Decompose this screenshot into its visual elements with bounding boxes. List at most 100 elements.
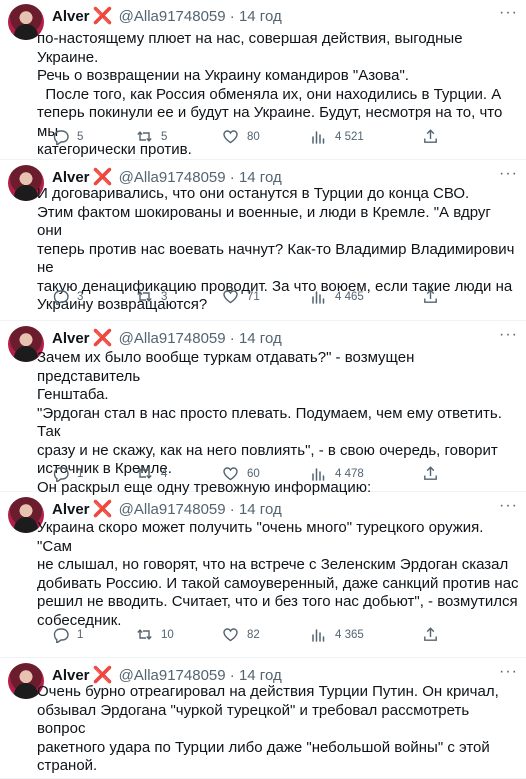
reply-button[interactable]: 1 xyxy=(52,465,83,482)
tweet[interactable]: Alver ❌ @Alla91748059 · 14 год ··· Украина… xyxy=(0,493,526,658)
author-name[interactable]: Alver xyxy=(52,667,90,684)
retweet-icon xyxy=(137,629,152,640)
tweet-text-line: Зачем их было вообще туркам отдавать?" -… xyxy=(37,349,419,385)
reply-icon xyxy=(53,467,69,482)
tweet-text: Очень бурно отреагировал на действия Тур… xyxy=(37,683,519,779)
tweet-text-line: Этим фактом шокированы и военные, и люди… xyxy=(37,203,496,240)
tweet-header: Alver ❌ @Alla91748059 · 14 год xyxy=(52,501,282,519)
like-count: 80 xyxy=(247,130,260,143)
author-name[interactable]: Alver xyxy=(52,169,90,186)
tweet-text: Украина скоро может получить "очень мног… xyxy=(37,519,519,630)
like-button[interactable]: 82 xyxy=(222,626,260,643)
timestamp[interactable]: 14 год xyxy=(239,501,282,518)
share-icon xyxy=(424,129,437,143)
tweet[interactable]: Alver ❌ @Alla91748059 · 14 год ··· Зачем и… xyxy=(0,322,526,496)
view-count: 4 478 xyxy=(335,467,364,480)
timestamp[interactable]: 14 год xyxy=(239,330,282,347)
reply-count: 5 xyxy=(77,130,84,143)
author-handle[interactable]: @Alla91748059 xyxy=(119,501,226,518)
author-handle[interactable]: @Alla91748059 xyxy=(119,169,226,186)
more-options-icon[interactable]: ··· xyxy=(499,497,518,515)
more-options-icon[interactable]: ··· xyxy=(499,4,518,22)
tweet[interactable]: Alver ❌ @Alla91748059 · 14 год ··· И догов… xyxy=(0,161,526,321)
author-name[interactable]: Alver xyxy=(52,501,90,518)
tweet-text-line: сразу и не скажу, как на него повлиять",… xyxy=(37,441,498,459)
like-count: 82 xyxy=(247,628,260,641)
author-handle[interactable]: @Alla91748059 xyxy=(119,667,226,684)
views-chart-icon xyxy=(312,291,325,304)
author-name[interactable]: Alver xyxy=(52,8,90,25)
share-button[interactable] xyxy=(422,626,439,643)
tweet-text-line: добивать Россию. И такой самоуверенный, … xyxy=(37,574,519,592)
tweet-text-line: Владимира Владимировича с трудом успокои… xyxy=(37,776,519,779)
tweet[interactable]: Alver ❌ @Alla91748059 · 14 год ··· по-наст… xyxy=(0,0,526,160)
red-x-badge-icon: ❌ xyxy=(92,501,113,518)
tweet-actions: 1 4 60 4 478 xyxy=(52,465,522,483)
reply-count: 3 xyxy=(77,290,84,303)
timestamp[interactable]: 14 год xyxy=(239,169,282,186)
more-options-icon[interactable]: ··· xyxy=(499,165,518,183)
tweet-text-line: ракетного удара по Турции либо даже "неб… xyxy=(37,738,490,756)
tweet[interactable]: Alver ❌ @Alla91748059 · 14 год ··· Очень б… xyxy=(0,659,526,779)
author-name[interactable]: Alver xyxy=(52,330,90,347)
tweet-header: Alver ❌ @Alla91748059 · 14 год xyxy=(52,330,282,348)
retweet-icon xyxy=(137,131,152,142)
reply-count: 1 xyxy=(77,628,84,641)
heart-icon xyxy=(223,628,238,642)
tweet-text-line: обзывал Эрдогана "чуркой турецкой" и тре… xyxy=(37,701,474,738)
retweet-button[interactable]: 10 xyxy=(136,626,174,643)
view-count: 4 465 xyxy=(335,290,364,303)
view-count: 4 521 xyxy=(335,130,364,143)
tweet-actions: 5 5 80 4 521 xyxy=(52,128,522,146)
timestamp[interactable]: 14 год xyxy=(239,8,282,25)
retweet-icon xyxy=(137,291,152,302)
more-options-icon[interactable]: ··· xyxy=(499,663,518,681)
heart-icon xyxy=(223,130,238,144)
share-button[interactable] xyxy=(422,288,439,305)
views-button[interactable]: 4 521 xyxy=(310,128,364,145)
tweet-text-line: Украина скоро может получить "очень мног… xyxy=(37,519,488,555)
retweet-count: 5 xyxy=(161,130,168,143)
separator-dot: · xyxy=(229,501,235,518)
red-x-badge-icon: ❌ xyxy=(92,330,113,347)
views-button[interactable]: 4 478 xyxy=(310,465,364,482)
like-count: 60 xyxy=(247,467,260,480)
author-handle[interactable]: @Alla91748059 xyxy=(119,8,226,25)
like-button[interactable]: 80 xyxy=(222,128,260,145)
reply-icon xyxy=(53,130,69,145)
reply-button[interactable]: 5 xyxy=(52,128,83,145)
reply-button[interactable]: 3 xyxy=(52,288,83,305)
like-button[interactable]: 60 xyxy=(222,465,260,482)
retweet-button[interactable]: 4 xyxy=(136,465,167,482)
tweet-text-line: После того, как Россия обменяла их, они … xyxy=(37,85,502,103)
tweet-thread: Alver ❌ @Alla91748059 · 14 год ··· по-наст… xyxy=(0,0,526,779)
more-options-icon[interactable]: ··· xyxy=(499,326,518,344)
tweet-header: Alver ❌ @Alla91748059 · 14 год xyxy=(52,8,282,26)
author-handle[interactable]: @Alla91748059 xyxy=(119,330,226,347)
tweet-text-line: решил не вводить. Считает, что и без тог… xyxy=(37,593,518,610)
like-button[interactable]: 71 xyxy=(222,288,260,305)
red-x-badge-icon: ❌ xyxy=(92,8,113,25)
views-button[interactable]: 4 465 xyxy=(310,288,364,305)
retweet-count: 3 xyxy=(161,290,168,303)
separator-dot: · xyxy=(229,330,235,347)
retweet-button[interactable]: 3 xyxy=(136,288,167,305)
reply-button[interactable]: 1 xyxy=(52,626,83,643)
share-icon xyxy=(424,466,437,480)
separator-dot: · xyxy=(229,169,235,186)
separator-dot: · xyxy=(229,8,235,25)
retweet-button[interactable]: 5 xyxy=(136,128,167,145)
retweet-icon xyxy=(137,468,152,479)
heart-icon xyxy=(223,290,238,304)
views-chart-icon xyxy=(312,629,325,642)
tweet-actions: 3 3 71 4 465 xyxy=(52,288,522,306)
timestamp[interactable]: 14 год xyxy=(239,667,282,684)
tweet-text-line: теперь против нас воевать начнут? Как-то… xyxy=(37,240,519,277)
retweet-count: 4 xyxy=(161,467,168,480)
tweet-text-line: Генштаба. xyxy=(37,386,109,403)
share-button[interactable] xyxy=(422,465,439,482)
views-button[interactable]: 4 365 xyxy=(310,626,364,643)
retweet-count: 10 xyxy=(161,628,174,641)
share-button[interactable] xyxy=(422,128,439,145)
like-count: 71 xyxy=(247,290,260,303)
